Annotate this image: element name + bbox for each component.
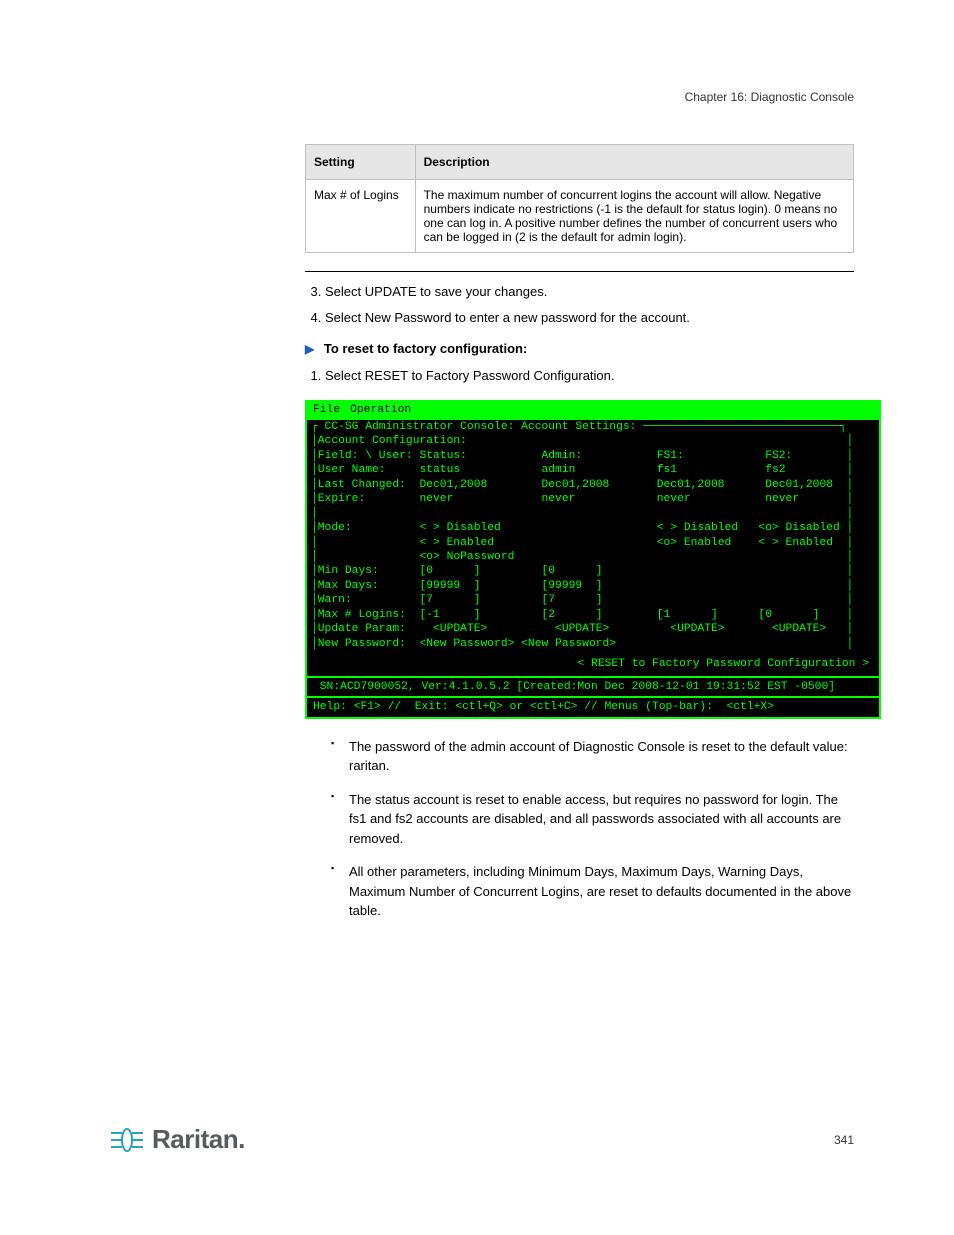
term-line: │Mode: < > Disabled < > Disabled <o> Dis… (311, 521, 875, 535)
arrow-icon: ▶ (305, 342, 314, 356)
term-line: │Update Param: <UPDATE> <UPDATE> <UPDATE… (311, 622, 875, 636)
procedure-title: To reset to factory configuration: (324, 341, 527, 356)
logo-icon (110, 1127, 144, 1153)
table-row: Max # of Logins The maximum number of co… (306, 180, 854, 253)
redacted-line (305, 271, 854, 272)
term-line: │ │ (311, 507, 875, 521)
term-line: │Warn: [7 ] [7 ] │ (311, 593, 875, 607)
bullet-item: The status account is reset to enable ac… (331, 790, 854, 849)
term-line: │Max Days: [99999 ] [99999 ] │ (311, 579, 875, 593)
terminal-menubar: File Operation (307, 402, 879, 418)
step-list-proc: Select RESET to Factory Password Configu… (325, 366, 854, 386)
cell-description: The maximum number of concurrent logins … (415, 180, 853, 253)
terminal-screenshot: File Operation ┌ CC-SG Administrator Cons… (305, 400, 881, 719)
term-line: │ < > Enabled <o> Enabled < > Enabled │ (311, 536, 875, 550)
logo: Raritan. (110, 1124, 245, 1155)
th-description: Description (415, 145, 853, 180)
bullet-item: All other parameters, including Minimum … (331, 862, 854, 921)
cell-setting: Max # of Logins (306, 180, 416, 253)
term-line: │Expire: never never never never │ (311, 492, 875, 506)
menu-operation[interactable]: Operation (350, 404, 411, 416)
menu-file[interactable]: File (313, 404, 340, 416)
term-line: │Field: \ User: Status: Admin: FS1: FS2:… (311, 449, 875, 463)
term-line: │Max # Logins: [-1 ] [2 ] [1 ] [0 ] │ (311, 608, 875, 622)
bullet-list: The password of the admin account of Dia… (331, 737, 854, 921)
logo-text: Raritan. (152, 1124, 245, 1155)
term-line: │Min Days: [0 ] [0 ] │ (311, 564, 875, 578)
terminal-footer: SN:ACD7900052, Ver:4.1.0.5.2 [Created:Mo… (307, 676, 879, 696)
term-line: │ <o> NoPassword │ (311, 550, 875, 564)
step-4: Select New Password to enter a new passw… (325, 308, 854, 328)
term-line: │User Name: status admin fs1 fs2 │ (311, 463, 875, 477)
term-line: │Account Configuration: │ (311, 434, 875, 448)
chapter-heading: Chapter 16: Diagnostic Console (135, 90, 854, 104)
step-3: Select UPDATE to save your changes. (325, 282, 854, 302)
procedure-heading: ▶ To reset to factory configuration: (305, 341, 854, 356)
step-list-top: Select UPDATE to save your changes. Sele… (325, 282, 854, 327)
settings-table: Setting Description Max # of Logins The … (305, 144, 854, 253)
term-title: ┌ CC-SG Administrator Console: Account S… (311, 420, 875, 434)
proc-step-1: Select RESET to Factory Password Configu… (325, 366, 854, 386)
terminal-help: Help: <F1> // Exit: <ctl+Q> or <ctl+C> /… (307, 696, 879, 716)
term-line: │Last Changed: Dec01,2008 Dec01,2008 Dec… (311, 478, 875, 492)
term-line: │New Password: <New Password> <New Passw… (311, 637, 875, 651)
th-setting: Setting (306, 145, 416, 180)
reset-button[interactable]: < RESET to Factory Password Configuratio… (311, 651, 875, 675)
page-number: 341 (834, 1133, 854, 1147)
bullet-item: The password of the admin account of Dia… (331, 737, 854, 776)
